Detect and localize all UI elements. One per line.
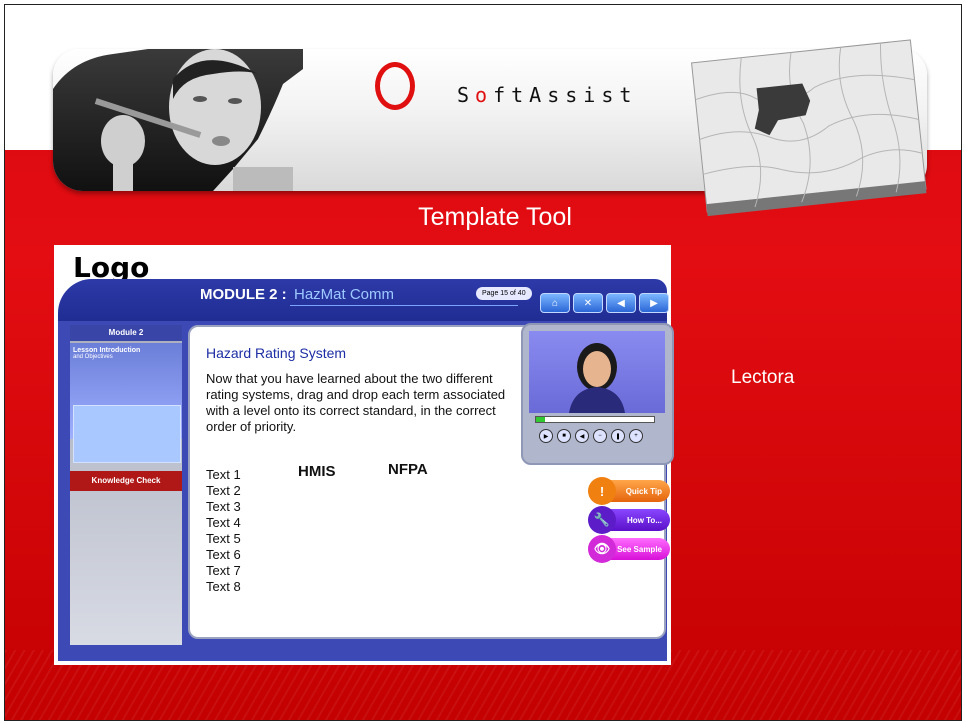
sidebar-item-sublabel: and Objectives <box>73 354 113 360</box>
draggable-text-item[interactable]: Text 6 <box>206 547 241 563</box>
video-progress-bar[interactable] <box>535 416 655 423</box>
eye-icon: 👁 <box>588 535 616 563</box>
draggable-text-list: Text 1 Text 2 Text 3 Text 4 Text 5 Text … <box>206 467 241 595</box>
slide: SoftAssist Template Tool Lectora Logo MO… <box>4 4 962 721</box>
sidebar-item-knowledge-check[interactable]: Knowledge Check <box>70 471 182 491</box>
sidebar-title: Module 2 <box>70 325 182 341</box>
woman-with-pen-photo <box>53 49 303 191</box>
module-label: MODULE 2 : <box>200 286 287 303</box>
draggable-text-item[interactable]: Text 7 <box>206 563 241 579</box>
brand-name: SoftAssist <box>457 83 638 107</box>
exclamation-icon: ! <box>588 477 616 505</box>
video-progress-fill <box>536 417 546 422</box>
draggable-text-item[interactable]: Text 3 <box>206 499 241 515</box>
forward-icon[interactable]: ▶ <box>639 293 669 313</box>
lectora-label: Lectora <box>731 367 795 388</box>
video-player: ▶ ■ ◀ − ❚ + <box>521 323 674 465</box>
rewind-icon[interactable]: ◀ <box>575 429 589 443</box>
hmis-drop-target[interactable]: HMIS <box>298 463 336 480</box>
draggable-text-item[interactable]: Text 5 <box>206 531 241 547</box>
content-panel: Hazard Rating System Now that you have l… <box>188 323 674 639</box>
course-header: MODULE 2 : HazMat Comm Page 15 of 40 ⌂ ✕… <box>58 279 669 327</box>
draggable-text-item[interactable]: Text 8 <box>206 579 241 595</box>
content-heading: Hazard Rating System <box>206 345 347 361</box>
how-to-label: How To... <box>627 515 662 525</box>
nav-buttons: ⌂ ✕ ◀ ▶ <box>540 293 669 313</box>
close-icon[interactable]: ✕ <box>573 293 603 313</box>
see-sample-button[interactable]: 👁 See Sample <box>588 535 670 563</box>
how-to-button[interactable]: 🔧 How To... <box>588 506 670 534</box>
course-sidebar: Module 2 Lesson Introduction and Objecti… <box>70 325 182 645</box>
course-body: Module 2 Lesson Introduction and Objecti… <box>58 321 674 661</box>
page-indicator: Page 15 of 40 <box>476 287 532 300</box>
red-ring-logo <box>375 62 415 110</box>
volume-up-icon[interactable]: + <box>629 429 643 443</box>
slide-title: Template Tool <box>418 203 572 231</box>
see-sample-label: See Sample <box>617 544 662 554</box>
presenter-image <box>569 343 625 413</box>
stop-icon[interactable]: ■ <box>557 429 571 443</box>
volume-down-icon[interactable]: − <box>593 429 607 443</box>
module-name: HazMat Comm <box>294 286 395 303</box>
puzzle-pieces-image <box>691 39 927 217</box>
quick-tip-button[interactable]: ! Quick Tip <box>588 477 670 505</box>
home-icon[interactable]: ⌂ <box>540 293 570 313</box>
course-screenshot: Logo MODULE 2 : HazMat Comm Page 15 of 4… <box>54 245 674 665</box>
back-icon[interactable]: ◀ <box>606 293 636 313</box>
play-icon[interactable]: ▶ <box>539 429 553 443</box>
draggable-text-item[interactable]: Text 1 <box>206 467 241 483</box>
draggable-text-item[interactable]: Text 4 <box>206 515 241 531</box>
video-controls: ▶ ■ ◀ − ❚ + <box>539 429 643 443</box>
draggable-text-item[interactable]: Text 2 <box>206 483 241 499</box>
video-screen[interactable] <box>529 331 665 413</box>
quick-tip-label: Quick Tip <box>625 486 662 496</box>
module-underline <box>290 305 518 306</box>
nfpa-drop-target[interactable]: NFPA <box>388 461 428 478</box>
content-paragraph: Now that you have learned about the two … <box>206 371 506 434</box>
sidebar-item-label: Lesson Introduction <box>73 347 141 354</box>
pause-icon[interactable]: ❚ <box>611 429 625 443</box>
wrench-icon: 🔧 <box>588 506 616 534</box>
sidebar-panel <box>73 405 181 463</box>
